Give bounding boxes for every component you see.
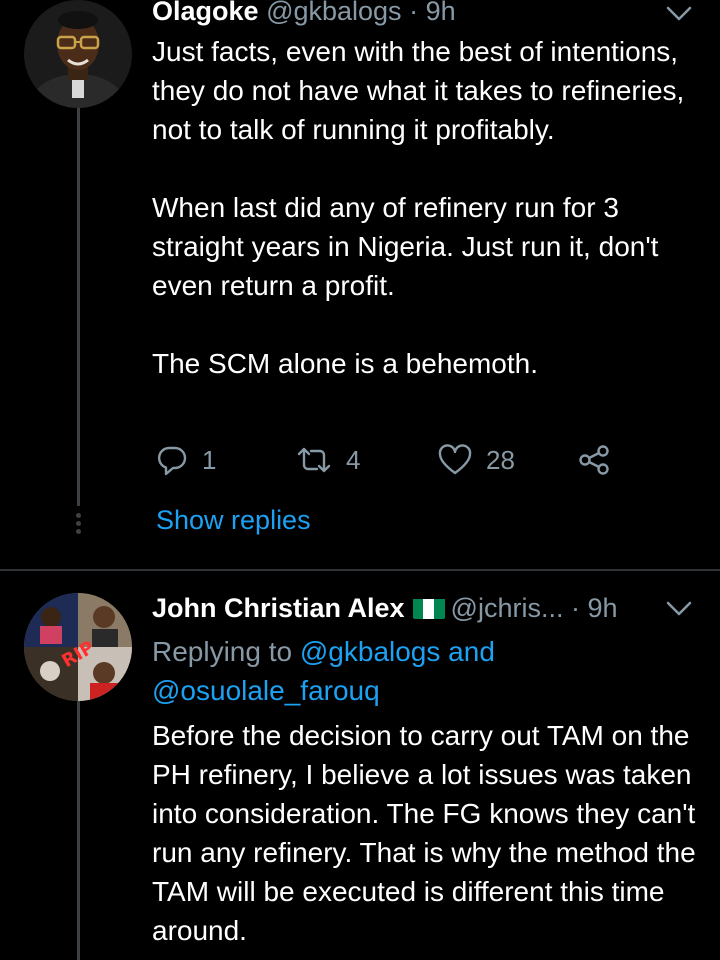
nigeria-flag-icon [412, 597, 445, 619]
separator: · [409, 0, 419, 26]
timestamp[interactable]: 9h [588, 593, 618, 623]
avatar-image: RIP [24, 593, 132, 701]
show-replies-link[interactable]: Show replies [156, 505, 311, 536]
mention-link[interactable]: @osuolale_farouq [152, 675, 380, 706]
tweet-john-christian-alex[interactable]: RIP John Christian Alex @jchris... · 9h R… [0, 571, 720, 960]
timestamp[interactable]: 9h [426, 0, 456, 26]
thread-line [77, 108, 80, 506]
replying-to-label: Replying to [152, 636, 293, 667]
retweet-count: 4 [346, 444, 361, 475]
display-name[interactable]: John Christian Alex [152, 593, 405, 623]
reply-icon [157, 446, 187, 476]
chevron-down-icon[interactable] [666, 6, 692, 22]
share-button[interactable] [578, 440, 610, 480]
mention-link[interactable]: @gkbalogs [300, 636, 441, 667]
tweet-olagoke[interactable]: Olagoke @gkbalogs · 9h Just facts, even … [0, 0, 720, 570]
tweet-text: Just facts, even with the best of intent… [152, 36, 685, 379]
share-icon [579, 445, 609, 475]
thread-dots [76, 513, 81, 537]
thread-line [77, 701, 80, 960]
reply-button[interactable]: 1 [156, 440, 216, 480]
display-name[interactable]: Olagoke [152, 0, 259, 26]
like-icon [438, 444, 472, 475]
avatar-image [24, 0, 132, 108]
chevron-down-icon[interactable] [666, 601, 692, 617]
tweet-actions: 1 4 28 [152, 440, 672, 480]
user-handle[interactable]: @jchris... [451, 593, 564, 623]
tweet-header: Olagoke @gkbalogs · 9h [152, 0, 700, 27]
retweet-icon [297, 447, 331, 473]
replying-to: Replying to @gkbalogs and @osuolale_faro… [152, 632, 702, 710]
tweet-header: John Christian Alex @jchris... · 9h [152, 593, 700, 624]
like-count: 28 [486, 444, 515, 475]
retweet-button[interactable]: 4 [296, 440, 360, 480]
avatar[interactable]: RIP [24, 593, 132, 701]
replying-to-and[interactable]: and [448, 636, 495, 667]
separator: · [570, 593, 580, 623]
tweet-text: Before the decision to carry out TAM on … [152, 720, 696, 946]
reply-count: 1 [202, 444, 217, 475]
avatar[interactable] [24, 0, 132, 108]
user-handle[interactable]: @gkbalogs [266, 0, 402, 26]
like-button[interactable]: 28 [438, 440, 515, 480]
